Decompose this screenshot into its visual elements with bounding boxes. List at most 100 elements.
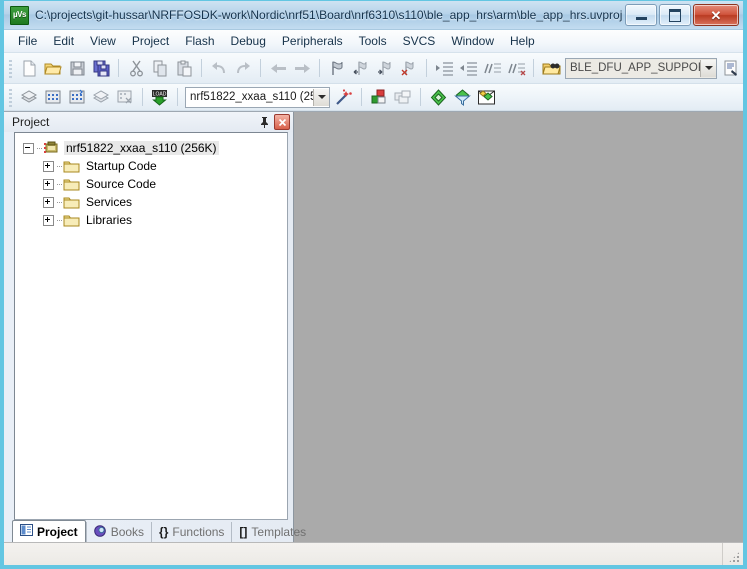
project-target-select[interactable]: nrf51822_xxaa_s110 (256l (185, 86, 330, 108)
tree-item-startup-code[interactable]: Startup Code (23, 157, 287, 175)
tree-item-source-code[interactable]: Source Code (23, 175, 287, 193)
menu-debug[interactable]: Debug (223, 32, 274, 50)
target-options-icon[interactable] (539, 57, 563, 79)
templates-icon: [] (239, 525, 248, 539)
collapse-expander-icon[interactable] (23, 142, 34, 154)
status-bar (4, 542, 743, 565)
resize-grip[interactable] (722, 543, 743, 565)
close-icon[interactable] (274, 114, 290, 130)
navigate-forward-icon[interactable] (290, 57, 314, 79)
bookmark-clear-icon[interactable] (397, 57, 421, 79)
title-bar: µVs C:\projects\git-hussar\NRFFOSDK-work… (4, 1, 743, 30)
uncomment-icon[interactable] (504, 57, 528, 79)
tree-item-services[interactable]: Services (23, 193, 287, 211)
download-icon[interactable]: LOAD (148, 86, 172, 108)
expand-expander-icon[interactable] (43, 214, 54, 226)
open-file-icon[interactable] (41, 57, 65, 79)
toolbar-gripper[interactable] (7, 58, 15, 78)
tree-item-label: Source Code (86, 177, 157, 191)
books-icon (93, 524, 107, 540)
expand-expander-icon[interactable] (43, 178, 54, 190)
tab-functions-label: Functions (172, 525, 225, 539)
tree-item-label: Services (86, 195, 133, 209)
cut-icon[interactable] (124, 57, 148, 79)
target-select-value: BLE_DFU_APP_SUPPORT (570, 62, 700, 74)
project-dock-caption: Project (4, 112, 293, 132)
toolbar-separator (260, 59, 261, 77)
save-all-icon[interactable] (89, 57, 113, 79)
navigate-back-icon[interactable] (266, 57, 290, 79)
copy-icon[interactable] (148, 57, 172, 79)
project-dock: Project nrf51822_xxaa_s110 (256K) Startu… (4, 112, 306, 542)
undo-icon[interactable] (207, 57, 231, 79)
menu-edit[interactable]: Edit (45, 32, 82, 50)
build-target-icon[interactable] (41, 86, 65, 108)
outdent-icon[interactable] (456, 57, 480, 79)
menu-bar: File Edit View Project Flash Debug Perip… (4, 30, 743, 53)
tab-books[interactable]: Books (85, 522, 151, 542)
menu-project[interactable]: Project (124, 32, 177, 50)
pack-installer-icon[interactable] (426, 86, 450, 108)
paste-icon[interactable] (172, 57, 196, 79)
toolbar-separator (118, 59, 119, 77)
maximize-icon (669, 8, 681, 22)
pack-filter-icon[interactable] (450, 86, 474, 108)
toolbar-separator (420, 88, 421, 106)
save-icon[interactable] (65, 57, 89, 79)
manage-components-icon[interactable] (367, 86, 391, 108)
chevron-down-icon[interactable] (313, 88, 329, 106)
mdi-client-area: Project nrf51822_xxaa_s110 (256K) Startu… (4, 111, 743, 542)
chevron-down-icon[interactable] (700, 59, 716, 77)
indent-icon[interactable] (432, 57, 456, 79)
configuration-wizard-icon[interactable] (743, 57, 747, 79)
target-select[interactable]: BLE_DFU_APP_SUPPORT (565, 57, 717, 79)
maximize-button[interactable] (659, 4, 691, 26)
bookmark-next-icon[interactable] (373, 57, 397, 79)
toolbar-separator (319, 59, 320, 77)
tab-project[interactable]: Project (12, 520, 86, 542)
menu-svcs[interactable]: SVCS (395, 32, 444, 50)
stop-build-icon[interactable] (113, 86, 137, 108)
tree-item-libraries[interactable]: Libraries (23, 211, 287, 229)
translate-file-icon[interactable] (17, 86, 41, 108)
folder-icon (63, 178, 80, 191)
window-title: C:\projects\git-hussar\NRFFOSDK-work\Nor… (35, 8, 625, 22)
menu-peripherals[interactable]: Peripherals (274, 32, 351, 50)
manage-project-items-icon[interactable] (719, 57, 743, 79)
redo-icon[interactable] (231, 57, 255, 79)
expand-expander-icon[interactable] (43, 196, 54, 208)
bookmark-prev-icon[interactable] (349, 57, 373, 79)
minimize-button[interactable] (625, 4, 657, 26)
toolbar-separator (361, 88, 362, 106)
bookmark-toggle-icon[interactable] (325, 57, 349, 79)
window-controls: ✕ (625, 4, 739, 26)
pin-icon[interactable] (256, 114, 272, 130)
batch-build-icon[interactable] (89, 86, 113, 108)
close-button[interactable]: ✕ (693, 4, 739, 26)
menu-window[interactable]: Window (443, 32, 502, 50)
editor-empty-area (294, 112, 743, 542)
pack-update-icon[interactable] (474, 86, 498, 108)
status-bar-text (4, 543, 722, 565)
target-device-icon (43, 141, 60, 155)
target-options-magic-wand-icon[interactable] (332, 86, 356, 108)
toolbar-gripper[interactable] (7, 87, 15, 107)
menu-help[interactable]: Help (502, 32, 543, 50)
multi-project-icon[interactable] (391, 86, 415, 108)
tab-books-label: Books (110, 525, 145, 539)
menu-tools[interactable]: Tools (351, 32, 395, 50)
project-tree-container[interactable]: nrf51822_xxaa_s110 (256K) Startup Code S… (14, 132, 288, 520)
menu-flash[interactable]: Flash (177, 32, 222, 50)
tab-functions[interactable]: {} Functions (151, 522, 231, 542)
folder-icon (63, 160, 80, 173)
menu-file[interactable]: File (10, 32, 45, 50)
tree-item-target[interactable]: nrf51822_xxaa_s110 (256K) (23, 139, 287, 157)
menu-view[interactable]: View (82, 32, 124, 50)
new-file-icon[interactable] (17, 57, 41, 79)
tree-item-label: Libraries (86, 213, 133, 227)
expand-expander-icon[interactable] (43, 160, 54, 172)
build-toolbar: LOAD nrf51822_xxaa_s110 (256l (4, 84, 743, 111)
toolbar-separator (201, 59, 202, 77)
rebuild-all-icon[interactable] (65, 86, 89, 108)
comment-icon[interactable] (480, 57, 504, 79)
